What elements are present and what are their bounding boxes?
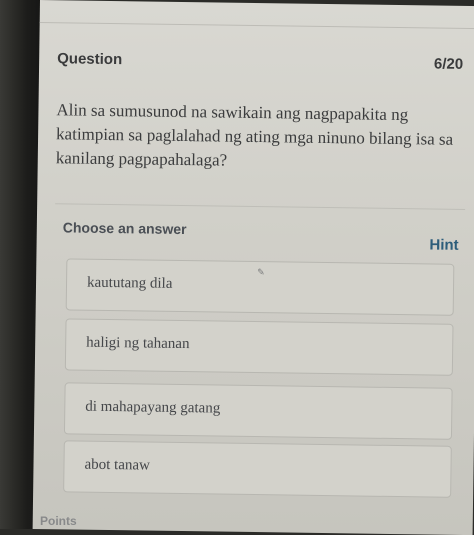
answer-option-4[interactable]: abot tanaw — [63, 440, 452, 498]
question-counter: 6/20 — [433, 55, 464, 73]
answer-option-2[interactable]: haligi ng tahanan — [64, 318, 454, 376]
top-divider — [39, 21, 474, 30]
answer-option-3[interactable]: di mahapayang gatang — [63, 382, 453, 440]
question-label: Question — [57, 50, 123, 69]
question-text: Alin sa sumusunod na sawikain ang nagpap… — [55, 100, 454, 170]
mouse-cursor-icon: ✎ — [257, 268, 265, 279]
answer-option-1[interactable]: kaututang dila ✎ — [65, 258, 455, 316]
section-divider — [55, 203, 466, 210]
answer-option-label: di mahapayang gatang — [85, 398, 221, 417]
answer-option-label: haligi ng tahanan — [86, 334, 190, 353]
points-label: Points — [40, 514, 77, 528]
quiz-screen: Question 6/20 Alin sa sumusunod na sawik… — [32, 0, 474, 535]
hint-button[interactable]: Hint — [429, 236, 458, 253]
choose-answer-heading: Choose an answer — [62, 219, 187, 238]
answer-option-label: kaututang dila — [86, 274, 173, 292]
answer-option-label: abot tanaw — [84, 456, 151, 474]
